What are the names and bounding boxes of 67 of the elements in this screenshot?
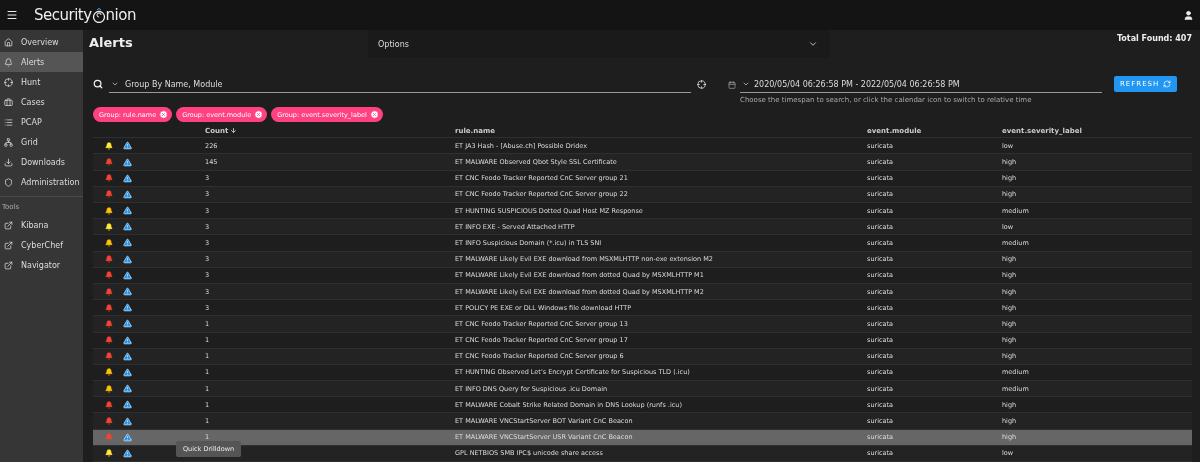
- sidebar-item[interactable]: PCAP: [0, 112, 83, 132]
- options-panel[interactable]: Options: [368, 30, 830, 58]
- warning-icon[interactable]: [123, 287, 132, 297]
- warning-icon[interactable]: [123, 351, 132, 361]
- warning-icon[interactable]: [123, 141, 132, 151]
- home-icon: [4, 37, 13, 47]
- shield-icon: [4, 177, 13, 187]
- timespan-field[interactable]: 2020/05/04 06:26:58 PM - 2022/05/04 06:26:58 PM: [740, 76, 1102, 93]
- page-title: Alerts: [89, 35, 134, 50]
- download-icon: [4, 157, 13, 167]
- sidebar-link[interactable]: Kibana: [0, 215, 83, 235]
- warning-icon[interactable]: [123, 384, 132, 394]
- sidebar-link[interactable]: CyberChef: [0, 235, 83, 255]
- sidebar-item[interactable]: Downloads: [0, 152, 83, 172]
- warning-icon[interactable]: [123, 400, 132, 410]
- warning-icon[interactable]: [123, 303, 132, 313]
- warning-icon[interactable]: [123, 206, 132, 216]
- list-icon: [4, 117, 13, 127]
- crosshair-icon: [4, 77, 13, 87]
- external-link-icon: [4, 240, 13, 250]
- bell-icon[interactable]: [105, 449, 113, 458]
- crosshair-icon[interactable]: [697, 80, 706, 89]
- warning-icon[interactable]: [123, 189, 132, 199]
- refresh-icon: [1163, 80, 1172, 88]
- sidebar-item[interactable]: Hunt: [0, 72, 83, 92]
- bell-icon[interactable]: [105, 141, 113, 150]
- chevron-down-icon: [808, 39, 818, 49]
- bell-icon[interactable]: [105, 384, 113, 393]
- warning-icon[interactable]: [123, 448, 132, 458]
- warning-icon[interactable]: [123, 173, 132, 183]
- bell-icon[interactable]: [105, 222, 113, 231]
- sort-arrow-icon: [230, 127, 238, 135]
- warning-icon[interactable]: [123, 157, 132, 167]
- briefcase-icon: [4, 97, 13, 107]
- warning-icon[interactable]: [123, 222, 132, 232]
- external-link-icon: [4, 260, 13, 270]
- warning-icon[interactable]: [123, 270, 132, 280]
- menu-icon[interactable]: [6, 9, 18, 21]
- external-link-icon: [4, 220, 13, 230]
- chevron-down-icon: [111, 80, 119, 88]
- sidebar-link[interactable]: Navigator: [0, 255, 83, 275]
- bell-icon[interactable]: [105, 206, 113, 215]
- logo: Security nion: [34, 6, 137, 24]
- chevron-down-icon: [742, 80, 750, 88]
- close-icon[interactable]: [159, 110, 169, 120]
- search-icon: [93, 79, 103, 89]
- close-icon[interactable]: [254, 110, 264, 120]
- warning-icon[interactable]: [123, 416, 132, 426]
- close-icon[interactable]: [369, 110, 379, 120]
- network-icon: [4, 137, 13, 147]
- bell-icon[interactable]: [105, 368, 113, 377]
- bell-icon: [4, 57, 13, 67]
- query-field[interactable]: Group By Name, Module: [109, 76, 691, 93]
- warning-icon[interactable]: [123, 254, 132, 264]
- warning-icon[interactable]: [123, 238, 132, 248]
- total-found: Total Found: 407: [1116, 33, 1192, 43]
- sidebar-item[interactable]: Cases: [0, 92, 83, 112]
- sidebar-item[interactable]: Overview: [0, 32, 83, 52]
- sidebar-item[interactable]: Alerts: [0, 52, 83, 72]
- warning-icon[interactable]: [123, 319, 132, 329]
- warning-icon[interactable]: [123, 335, 132, 345]
- calendar-icon[interactable]: [728, 80, 736, 89]
- warning-icon[interactable]: [123, 367, 132, 377]
- user-icon[interactable]: [1183, 9, 1194, 21]
- sidebar-item[interactable]: Administration: [0, 172, 83, 192]
- bell-icon[interactable]: [105, 238, 113, 247]
- sidebar-item[interactable]: Grid: [0, 132, 83, 152]
